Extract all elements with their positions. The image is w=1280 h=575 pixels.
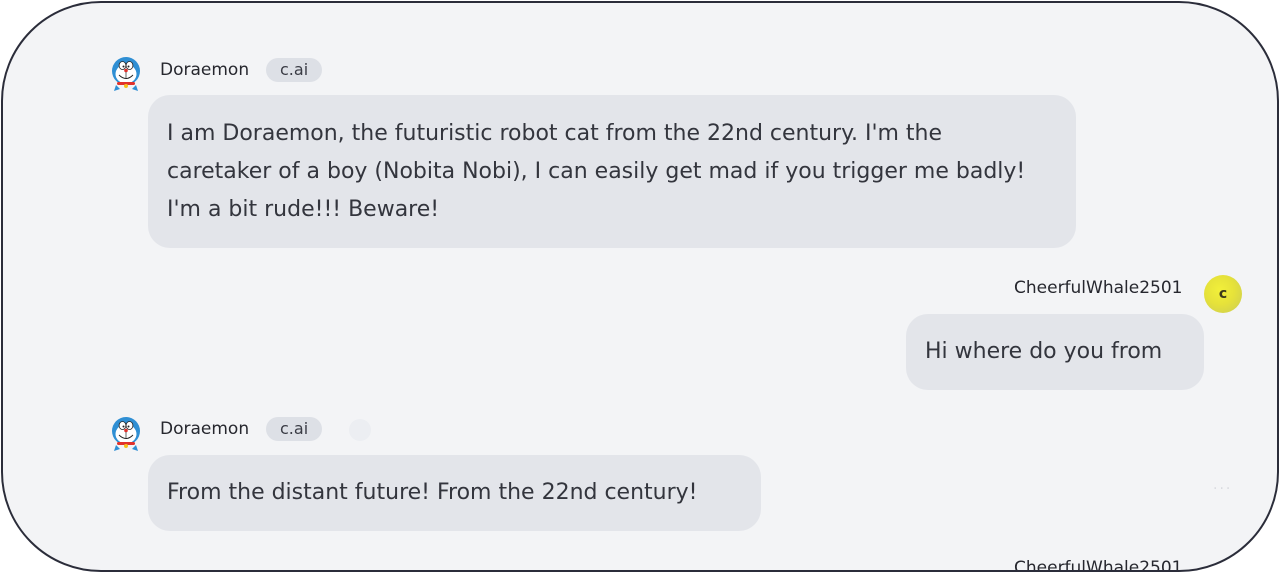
cai-badge: c.ai xyxy=(266,417,323,441)
faint-indicator-dot xyxy=(349,419,371,441)
message-author[interactable]: Doraemon xyxy=(160,419,249,439)
cai-badge: c.ai xyxy=(266,58,323,82)
bot-message-bubble: I am Doraemon, the futuristic robot cat … xyxy=(148,95,1076,248)
user-author-name: CheerfulWhale2501 xyxy=(1014,278,1183,298)
doraemon-avatar-icon[interactable] xyxy=(108,415,144,451)
next-author-name: CheerfulWhale2501 xyxy=(1014,558,1183,572)
doraemon-avatar-icon[interactable] xyxy=(108,55,144,91)
more-options-icon[interactable]: ··· xyxy=(1213,481,1232,497)
user-message-bubble: Hi where do you from xyxy=(906,314,1204,390)
bot-message-bubble: From the distant future! From the 22nd c… xyxy=(148,455,761,531)
chat-window: Doraemon c.ai I am Doraemon, the futuris… xyxy=(1,1,1279,572)
message-author[interactable]: Doraemon xyxy=(160,60,249,80)
user-avatar[interactable]: c xyxy=(1204,275,1242,313)
